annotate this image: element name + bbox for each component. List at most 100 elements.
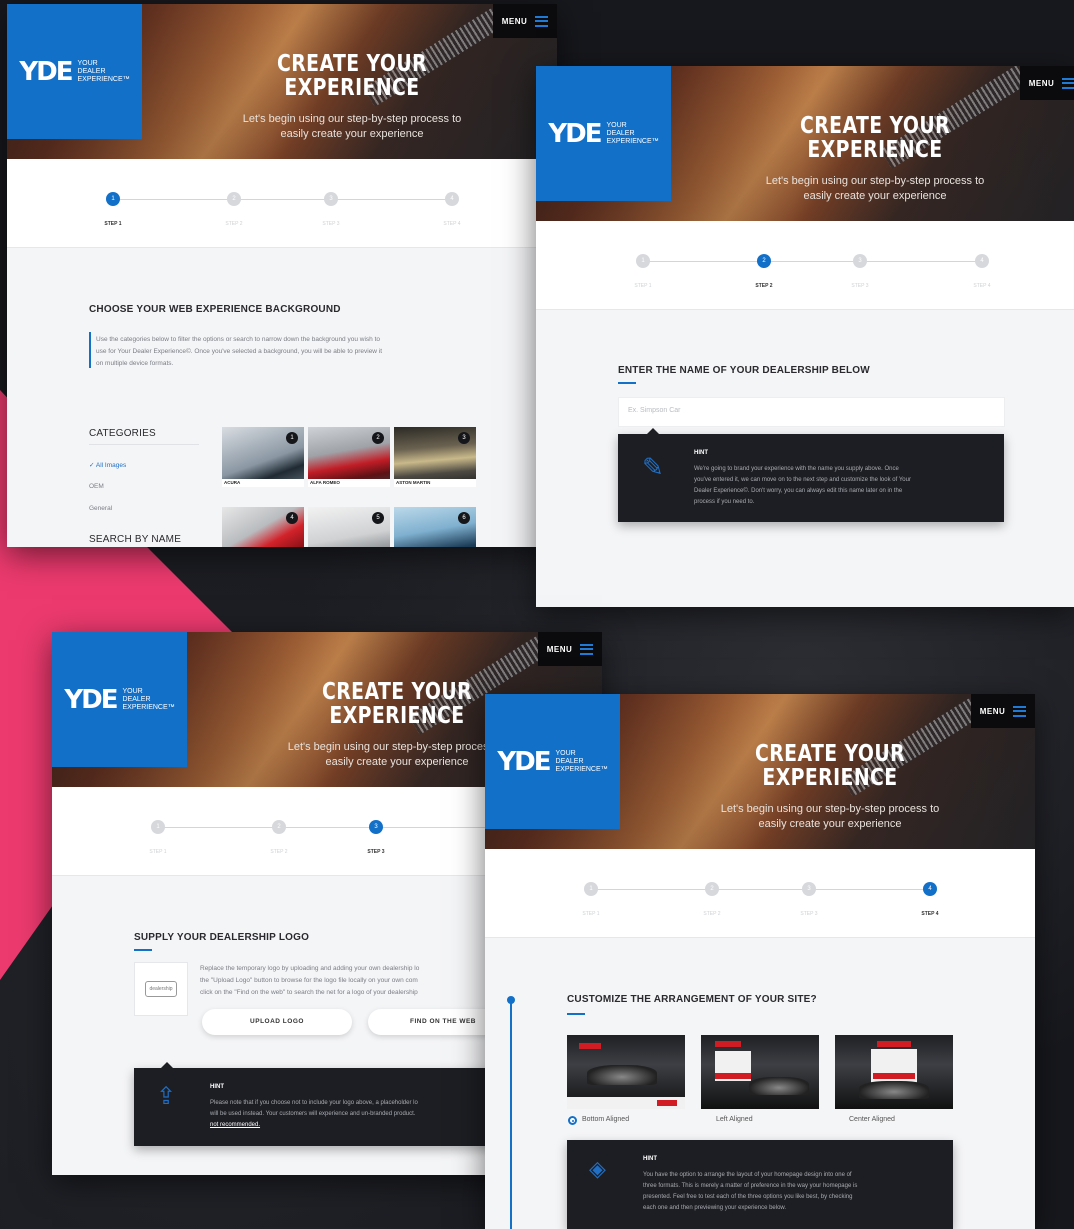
stepper-track <box>157 827 497 828</box>
page-title: CREATE YOUR EXPERIENCE <box>799 113 951 163</box>
screen-step1: YDE YOUR DEALER EXPERIENCE™ MENU CREATE YO… <box>7 4 557 547</box>
intro-text: Use the categories below to filter the o… <box>96 336 383 367</box>
thumb-badge: 6 <box>458 512 470 524</box>
layout-label-center-aligned[interactable]: Center Aligned <box>849 1116 895 1123</box>
radio-bottom-aligned[interactable] <box>568 1116 577 1125</box>
step-dot-1[interactable]: 1 <box>584 882 598 896</box>
section-title: CHOOSE YOUR WEB EXPERIENCE BACKGROUND <box>89 304 341 315</box>
step-dot-3[interactable]: 3 <box>369 820 383 834</box>
background-thumb[interactable]: 1 ACURA <box>222 427 304 487</box>
step-dot-4[interactable]: 4 <box>975 254 989 268</box>
stepper-track <box>590 889 930 890</box>
step-label-3: STEP 3 <box>800 911 818 917</box>
page-subtitle: Let's begin using our step-by-step proce… <box>765 175 985 202</box>
menu-label: MENU <box>546 644 573 654</box>
step-dot-1[interactable]: 1 <box>636 254 650 268</box>
page-title: CREATE YOUR EXPERIENCE <box>276 51 428 101</box>
thumb-caption: ACURA <box>222 479 304 487</box>
logo-wordmark: YOUR DEALER EXPERIENCE™ <box>122 687 175 711</box>
background-thumb[interactable]: 4 <box>222 507 304 547</box>
section-title: ENTER THE NAME OF YOUR DEALERSHIP BELOW <box>618 365 870 376</box>
hint-body: We're going to brand your experience wit… <box>694 466 911 505</box>
hint-notch <box>646 428 660 435</box>
step-dot-2[interactable]: 2 <box>757 254 771 268</box>
logo[interactable]: YDE YOUR DEALER EXPERIENCE™ <box>52 632 187 767</box>
logo[interactable]: YDE YOUR DEALER EXPERIENCE™ <box>7 4 142 139</box>
step-dot-3[interactable]: 3 <box>802 882 816 896</box>
category-general[interactable]: General <box>89 503 112 515</box>
logo-mark: YDE <box>64 684 118 715</box>
stepper-track <box>642 261 982 262</box>
hamburger-icon <box>1062 77 1074 89</box>
layout-label-left-aligned[interactable]: Left Aligned <box>716 1116 753 1123</box>
step-label-1: STEP 1 <box>582 911 600 917</box>
menu-label: MENU <box>501 16 528 26</box>
logo-preview: dealership <box>134 962 188 1016</box>
logo-placeholder-badge: dealership <box>145 981 177 997</box>
step-dot-4[interactable]: 4 <box>923 882 937 896</box>
search-by-name-title: SEARCH BY NAME <box>89 534 182 545</box>
screen-step4: YDE YOUR DEALER EXPERIENCE™ MENU CREATE YO… <box>485 694 1035 1229</box>
step-dot-2[interactable]: 2 <box>272 820 286 834</box>
hint-box: ✎ HINT We're going to brand your experie… <box>618 428 1004 522</box>
thumb-caption: ALFA ROMEO <box>308 479 390 487</box>
page-subtitle: Let's begin using our step-by-step proce… <box>720 803 940 830</box>
step-label-3: STEP 3 <box>367 849 385 855</box>
background-thumb[interactable]: 3 ASTON MARTIN <box>394 427 476 487</box>
upload-icon: ⇪ <box>156 1083 177 1110</box>
step-dot-2[interactable]: 2 <box>705 882 719 896</box>
timeline-dot <box>507 996 515 1004</box>
step-label-4: STEP 4 <box>921 911 939 917</box>
section-underline <box>567 1013 585 1015</box>
menu-label: MENU <box>1028 78 1055 88</box>
section-underline <box>618 382 636 384</box>
hamburger-icon <box>580 643 594 655</box>
upload-logo-button[interactable]: UPLOAD LOGO <box>202 1009 352 1035</box>
layout-label-bottom-aligned[interactable]: Bottom Aligned <box>582 1116 629 1123</box>
dealership-name-input[interactable]: Ex. Simpson Car <box>618 397 1005 427</box>
step-label-3: STEP 3 <box>851 283 869 289</box>
step-dot-1[interactable]: 1 <box>106 192 120 206</box>
category-all-images[interactable]: ✓ All Images <box>89 460 126 472</box>
page-title: CREATE YOUR EXPERIENCE <box>754 741 906 791</box>
background-thumb[interactable]: 5 <box>308 507 390 547</box>
hamburger-icon <box>1013 705 1027 717</box>
logo-wordmark: YOUR DEALER EXPERIENCE™ <box>555 749 608 773</box>
section-title: SUPPLY YOUR DEALERSHIP LOGO <box>134 932 310 943</box>
hamburger-icon <box>535 15 549 27</box>
menu-button[interactable]: MENU <box>493 4 557 38</box>
logo-mark: YDE <box>548 118 602 149</box>
hint-notch <box>160 1062 174 1069</box>
menu-button[interactable]: MENU <box>538 632 602 666</box>
step-dot-2[interactable]: 2 <box>227 192 241 206</box>
hint-body: You have the option to arrange the layou… <box>643 1172 858 1211</box>
menu-label: MENU <box>979 706 1006 716</box>
background-thumb[interactable]: 6 <box>394 507 476 547</box>
logo[interactable]: YDE YOUR DEALER EXPERIENCE™ <box>536 66 671 201</box>
category-oem[interactable]: OEM <box>89 481 104 493</box>
step-dot-3[interactable]: 3 <box>324 192 338 206</box>
step-label-2: STEP 2 <box>755 283 773 289</box>
thumb-badge: 5 <box>372 512 384 524</box>
logo[interactable]: YDE YOUR DEALER EXPERIENCE™ <box>485 694 620 829</box>
step-dot-1[interactable]: 1 <box>151 820 165 834</box>
menu-button[interactable]: MENU <box>1020 66 1074 100</box>
layout-option-center-aligned[interactable] <box>835 1035 953 1109</box>
step-dot-3[interactable]: 3 <box>853 254 867 268</box>
pencil-icon: ✎ <box>642 452 664 482</box>
step-label-1: STEP 1 <box>104 221 122 227</box>
step-dot-4[interactable]: 4 <box>445 192 459 206</box>
layout-option-bottom-aligned[interactable] <box>567 1035 685 1109</box>
categories-title: CATEGORIES <box>89 428 156 439</box>
step-label-2: STEP 2 <box>703 911 721 917</box>
layout-option-left-aligned[interactable] <box>701 1035 819 1109</box>
logo-mark: YDE <box>19 56 73 87</box>
menu-button[interactable]: MENU <box>971 694 1035 728</box>
intro-accent-bar <box>89 332 91 368</box>
stepper-track <box>112 199 452 200</box>
background-thumb[interactable]: 2 ALFA ROMEO <box>308 427 390 487</box>
thumb-badge: 3 <box>458 432 470 444</box>
hint-box: ◈ HINT You have the option to arrange th… <box>567 1140 953 1229</box>
thumb-badge: 2 <box>372 432 384 444</box>
step-label-1: STEP 1 <box>634 283 652 289</box>
